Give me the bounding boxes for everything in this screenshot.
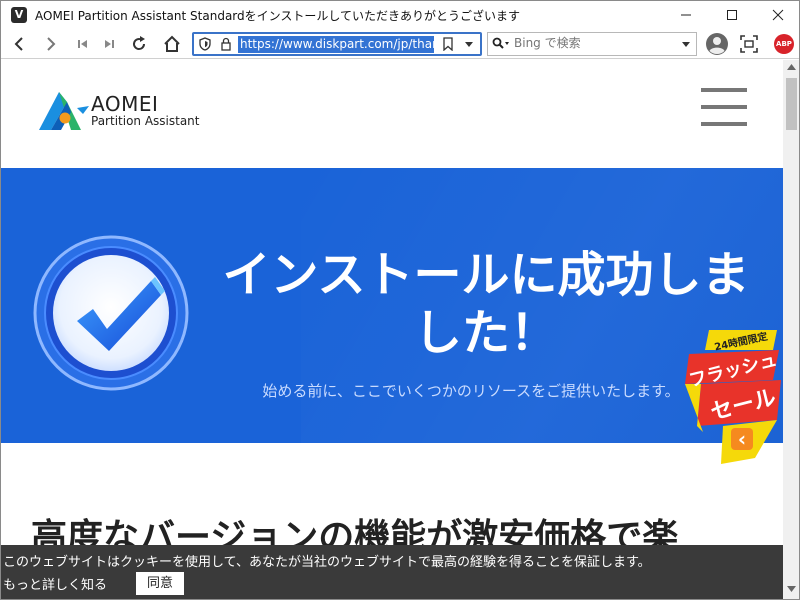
flash-sale-banner[interactable]: 24時間限定 フラッシュ セール ‹ xyxy=(683,322,783,466)
minimize-button[interactable] xyxy=(663,1,709,29)
cookie-banner: このウェブサイトはクッキーを使用して、あなたが当社のウェブサイトで最高の経験を得… xyxy=(1,545,783,599)
rewind-button[interactable] xyxy=(71,32,95,56)
browser-toolbar: https://www.diskpart.com/jp/than ABP xyxy=(1,29,799,59)
app-icon: V xyxy=(11,7,27,23)
skip-forward-icon xyxy=(105,40,114,48)
cookie-message: このウェブサイトはクッキーを使用して、あなたが当社のウェブサイトで最高の経験を得… xyxy=(3,555,651,570)
menu-bar xyxy=(701,105,747,109)
lock-icon[interactable] xyxy=(219,37,233,51)
address-bar[interactable]: https://www.diskpart.com/jp/than xyxy=(192,32,482,56)
scroll-down-icon[interactable] xyxy=(787,586,796,592)
aomei-logo-icon[interactable] xyxy=(37,90,89,132)
search-icon[interactable] xyxy=(492,37,510,51)
success-check-icon xyxy=(33,235,189,391)
browser-window: V AOMEI Partition Assistant Standardをインス… xyxy=(0,0,800,600)
cookie-more-link[interactable]: もっと詳しく知る xyxy=(3,574,107,593)
title-bar: V AOMEI Partition Assistant Standardをインス… xyxy=(1,1,799,29)
window-title: AOMEI Partition Assistant Standardをインストー… xyxy=(35,9,521,23)
scroll-up-icon[interactable] xyxy=(787,64,796,70)
menu-bar xyxy=(701,122,747,126)
home-icon xyxy=(164,35,180,52)
menu-bar xyxy=(701,88,747,92)
cookie-agree-button[interactable]: 同意 xyxy=(136,572,184,595)
fastforward-button[interactable] xyxy=(97,32,121,56)
forward-arrow-icon xyxy=(47,37,56,51)
screenshot-icon[interactable] xyxy=(739,34,759,54)
reload-icon xyxy=(133,36,146,50)
close-button[interactable] xyxy=(755,1,799,29)
chevron-down-icon[interactable] xyxy=(464,41,474,48)
shield-icon[interactable] xyxy=(198,37,212,51)
logo-subtitle[interactable]: Partition Assistant xyxy=(91,114,200,128)
scroll-thumb[interactable] xyxy=(786,78,797,130)
forward-button[interactable] xyxy=(39,32,63,56)
back-button[interactable] xyxy=(7,32,31,56)
close-icon xyxy=(772,9,784,21)
home-button[interactable] xyxy=(160,32,184,56)
sale-arrow-icon: ‹ xyxy=(738,427,746,451)
back-arrow-icon xyxy=(14,37,23,51)
logo-name[interactable]: AOMEI xyxy=(91,92,158,116)
hero-subtitle: 始める前に、ここでいくつかのリソースをご提供いたします。 xyxy=(262,382,680,400)
url-text[interactable]: https://www.diskpart.com/jp/than xyxy=(238,36,434,53)
search-dropdown-icon[interactable] xyxy=(681,41,691,48)
skip-back-icon xyxy=(78,40,87,48)
menu-button[interactable] xyxy=(701,88,747,128)
adblock-icon[interactable]: ABP xyxy=(774,34,794,54)
vertical-scrollbar[interactable] xyxy=(783,60,799,599)
search-input[interactable] xyxy=(514,36,664,50)
page-viewport: AOMEI Partition Assistant インストールに成功しました！… xyxy=(1,60,783,599)
profile-icon[interactable] xyxy=(704,31,730,57)
bookmark-icon[interactable] xyxy=(442,37,454,51)
maximize-icon xyxy=(727,10,737,20)
search-box[interactable] xyxy=(487,32,697,56)
maximize-button[interactable] xyxy=(709,1,755,29)
minimize-icon xyxy=(681,14,691,16)
site-header: AOMEI Partition Assistant xyxy=(1,60,783,168)
hero-banner: インストールに成功しました！ 始める前に、ここでいくつかのリソースをご提供いたし… xyxy=(1,168,783,443)
reload-button[interactable] xyxy=(127,32,151,56)
hero-title: インストールに成功しました！ xyxy=(222,247,750,361)
